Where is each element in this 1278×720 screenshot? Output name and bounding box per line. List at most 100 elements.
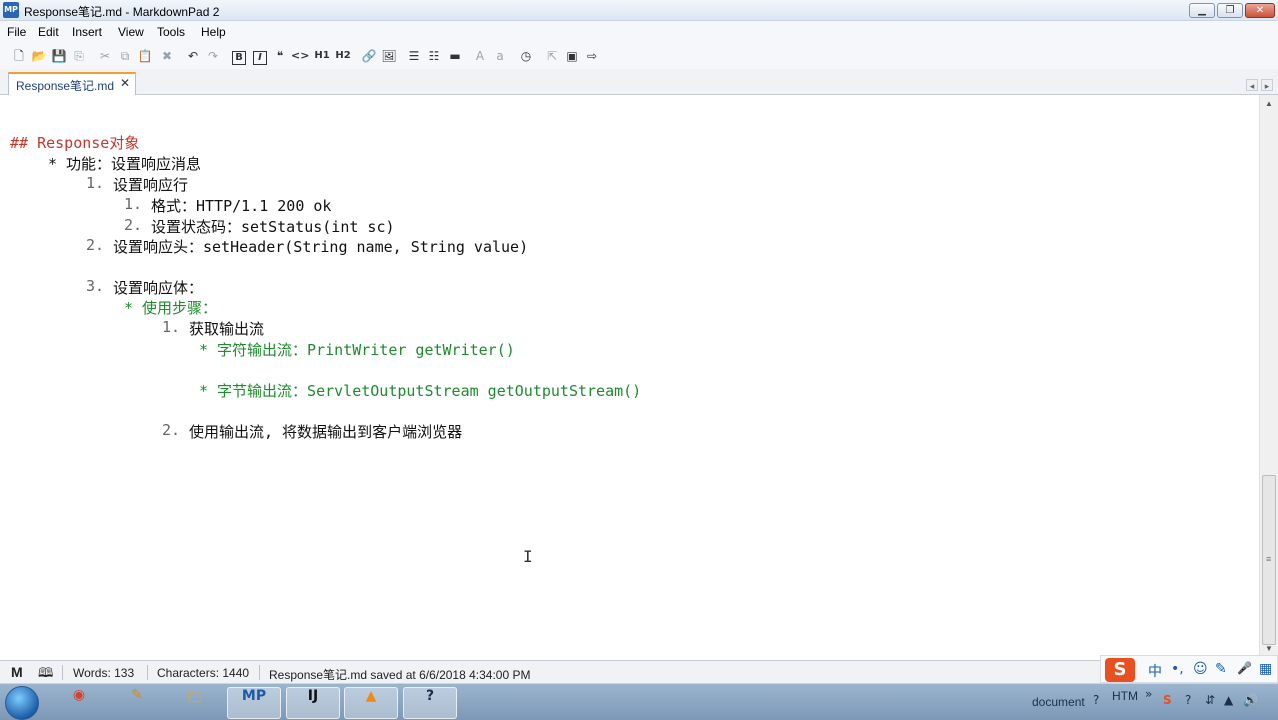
save-all-icon[interactable]: ⎘ [70,47,88,65]
ime-toolbox-icon[interactable]: ▦ [1259,661,1272,677]
scroll-down-icon[interactable]: ▼ [1262,642,1276,656]
ime-microphone-icon[interactable]: 🎤 [1237,661,1252,675]
save-icon[interactable]: 💾 [50,47,68,65]
markdownpad-taskbar-icon[interactable]: MP [227,687,281,719]
quote-icon[interactable]: ❝ [271,47,289,65]
tab-scroll-left-icon[interactable]: ◂ [1246,79,1258,91]
ime-punctuation-icon[interactable]: •, [1171,661,1184,677]
explorer-taskbar-icon[interactable]: 🗀 [168,687,222,719]
export-icon[interactable]: ⇨ [583,47,601,65]
list-number: 1. [86,174,105,192]
tray-question-icon[interactable]: ? [1185,693,1191,707]
intellij-taskbar-icon[interactable]: IJ [286,687,340,719]
list-number: 3. [86,277,105,295]
tab-close-icon[interactable]: ✕ [120,76,130,90]
cut-icon[interactable]: ✂ [96,47,114,65]
status-divider [147,665,148,680]
editor-line: 设置响应行 [113,176,189,194]
menu-insert[interactable]: Insert [72,25,102,39]
italic-icon[interactable]: I [251,47,269,65]
menu-file[interactable]: File [7,25,26,39]
editor-line: 获取输出流 [189,320,265,338]
open-folder-icon[interactable]: 📂 [30,47,48,65]
scroll-up-icon[interactable]: ▲ [1262,97,1276,111]
tab-scroll-right-icon[interactable]: ▸ [1261,79,1273,91]
editor-line-heading: ## Response对象 [10,134,140,152]
chrome-taskbar-icon[interactable]: ◉ [52,687,106,719]
list-number: 1. [124,195,143,213]
list-number: 2. [86,236,105,254]
vertical-scrollbar[interactable]: ▲ ≡ ▼ [1259,95,1278,660]
maximize-button[interactable]: ❐ [1217,3,1243,18]
editor-line: * 功能：设置响应消息 [48,155,202,173]
sogou-logo-icon[interactable]: S [1105,658,1135,682]
toolbar: 🗋 📂 💾 ⎘ ✂ ⧉ 📋 ✖ ↶ ↷ B I ❝ <> H1 H2 🔗 🖼 ☰… [0,42,1278,69]
start-button[interactable] [5,686,39,720]
tray-htm-label[interactable]: HTM [1112,689,1138,703]
status-bar: M 🕮 Words: 133 Characters: 1440 Response… [0,660,1278,683]
ime-handwriting-icon[interactable]: ✎ [1215,661,1227,677]
title-bar: MP Response笔记.md - MarkdownPad 2 ▁ ❐ ✕ [0,0,1278,21]
markdown-editor[interactable]: ## Response对象 * 功能：设置响应消息 1. 设置响应行 1. 格式… [0,95,1259,660]
tab-label: Response笔记.md [16,79,115,93]
menu-help[interactable]: Help [201,25,226,39]
tab-response-md[interactable]: Response笔记.md ✕ [8,72,136,95]
preview-window-icon[interactable]: ▣ [563,47,581,65]
heading1-icon[interactable]: H1 [313,47,331,65]
code-icon[interactable]: <> [291,47,309,65]
tray-help-icon[interactable]: ? [1093,693,1099,707]
status-divider [62,665,63,680]
status-divider [259,665,260,680]
new-file-icon[interactable]: 🗋 [10,47,28,65]
tray-document-label[interactable]: document [1032,695,1085,709]
pen-taskbar-icon[interactable]: ✎ [110,687,164,719]
redo-icon[interactable]: ↷ [204,47,222,65]
tray-volume-icon[interactable]: 🔊 [1243,693,1258,707]
tray-network-icon[interactable]: ⇵ [1205,693,1215,707]
menu-edit[interactable]: Edit [38,25,59,39]
editor-line: * 字符输出流：PrintWriter getWriter() [199,341,515,359]
unordered-list-icon[interactable]: ☰ [405,47,423,65]
window-title: Response笔记.md - MarkdownPad 2 [24,5,220,19]
markdown-mode-icon[interactable]: M [11,664,23,680]
copy-icon[interactable]: ⧉ [116,47,134,65]
editor-line: 格式：HTTP/1.1 200 ok [151,197,332,215]
vlc-taskbar-icon[interactable]: ▲ [344,687,398,719]
text-cursor-icon: I [523,547,533,566]
preview-icon[interactable]: ⇱ [543,47,561,65]
ordered-list-icon[interactable]: ☷ [425,47,443,65]
menu-tools[interactable]: Tools [157,25,185,39]
scrollbar-thumb[interactable]: ≡ [1262,475,1276,645]
save-status: Response笔记.md saved at 6/6/2018 4:34:00 … [269,668,531,682]
timestamp-icon[interactable]: ◷ [517,47,535,65]
link-icon[interactable]: 🔗 [360,47,378,65]
editor-line: * 使用步骤： [124,299,218,317]
minimize-button[interactable]: ▁ [1189,3,1215,18]
paste-icon[interactable]: 📋 [136,47,154,65]
ime-emoji-icon[interactable]: ☺ [1193,661,1208,677]
lowercase-icon[interactable]: a [491,47,509,65]
word-count: Words: 133 [73,666,135,680]
uppercase-icon[interactable]: A [471,47,489,65]
tray-sogou-icon[interactable]: S [1163,693,1172,707]
editor-line: 设置响应头：setHeader(String name, String valu… [113,238,529,256]
editor-line: 使用输出流, 将数据输出到客户端浏览器 [189,423,463,441]
undo-icon[interactable]: ↶ [184,47,202,65]
ime-language-icon[interactable]: 中 [1148,661,1162,681]
bold-icon[interactable]: B [230,47,248,65]
menu-bar: File Edit Insert View Tools Help [0,21,1278,42]
character-count: Characters: 1440 [157,666,250,680]
markdownpad-app-icon[interactable]: MP [3,2,19,18]
delete-icon[interactable]: ✖ [158,47,176,65]
menu-view[interactable]: View [118,25,144,39]
heading2-icon[interactable]: H2 [334,47,352,65]
taskbar: ◉ ✎ 🗀 MP IJ ▲ ? document ? HTM » S ? ⇵ ▲… [0,683,1278,720]
tray-chevron-icon[interactable]: » [1145,687,1152,701]
close-button[interactable]: ✕ [1245,3,1275,18]
tray-flag-icon[interactable]: ▲ [1224,693,1233,707]
help-taskbar-icon[interactable]: ? [403,687,457,719]
horizontal-rule-icon[interactable]: ▬ [446,47,464,65]
list-number: 1. [162,318,181,336]
editor-line: 设置响应体： [113,279,204,297]
image-icon[interactable]: 🖼 [380,47,398,65]
